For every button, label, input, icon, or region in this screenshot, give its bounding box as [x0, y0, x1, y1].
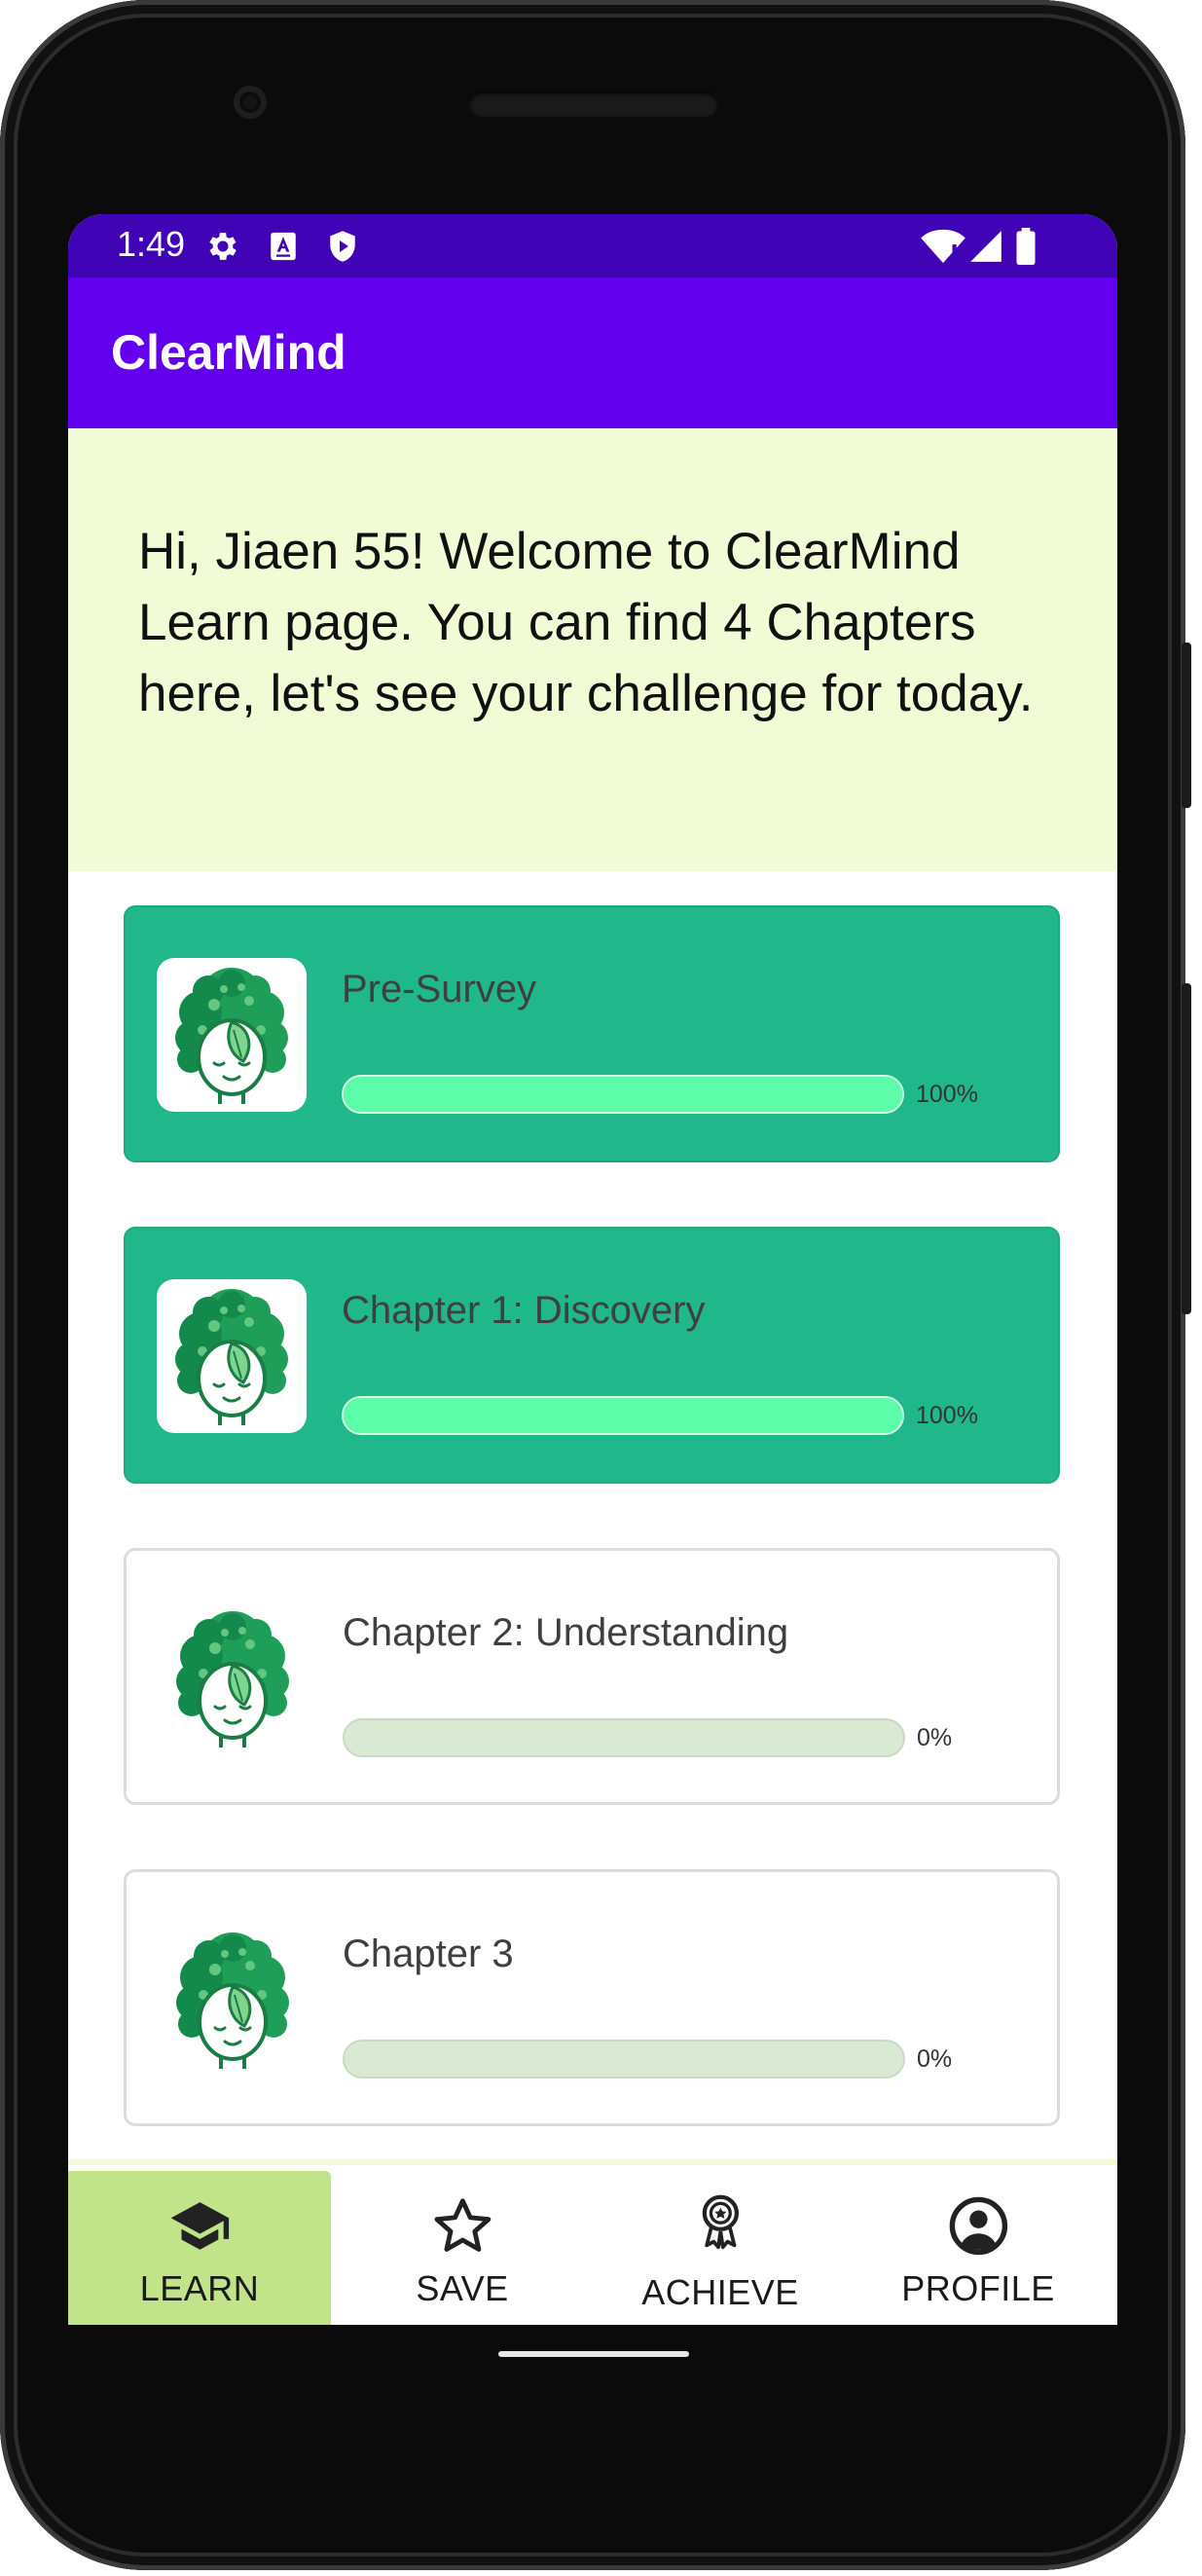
- nav-achieve[interactable]: ACHIEVE: [589, 2171, 852, 2325]
- progress-percent: 100%: [916, 1402, 978, 1429]
- progress-percent: 0%: [917, 2045, 953, 2073]
- wifi-icon: [921, 229, 965, 264]
- progress-percent: 100%: [916, 1081, 978, 1108]
- progress-fill: [344, 1077, 902, 1112]
- nav-save-label: SAVE: [416, 2268, 509, 2308]
- progress-bar: [342, 1396, 904, 1435]
- volume-button: [1182, 983, 1191, 1314]
- progress-percent: 0%: [917, 1724, 953, 1751]
- signal-icon: [970, 231, 1002, 262]
- progress-fill: [344, 1398, 902, 1433]
- status-time: 1:49: [117, 224, 186, 264]
- nav-achieve-label: ACHIEVE: [641, 2272, 799, 2312]
- clearmind-logo-icon: [176, 1932, 289, 2069]
- chapter-thumbnail: [158, 1601, 308, 1755]
- chapter-card-pre-survey[interactable]: Pre-Survey 100%: [124, 905, 1060, 1162]
- shield-play-icon: [330, 231, 355, 262]
- welcome-text: Hi, Jiaen 55! Welcome to ClearMind Learn…: [138, 523, 1034, 722]
- front-camera: [234, 86, 267, 119]
- nav-save[interactable]: SAVE: [331, 2171, 594, 2325]
- app-bar: ClearMind: [68, 277, 1117, 428]
- clearmind-logo-icon: [176, 1611, 289, 1748]
- star-icon: [434, 2198, 492, 2252]
- account-circle-icon: [949, 2196, 1008, 2256]
- app-title: ClearMind: [111, 325, 346, 380]
- chapter-card-understanding[interactable]: Chapter 2: Understanding 0%: [124, 1548, 1060, 1805]
- nav-learn[interactable]: LEARN: [68, 2171, 331, 2325]
- phone-frame: 1:49 ClearMind Hi, Jiaen 55! Welcome to …: [0, 0, 1191, 2570]
- chapter-title: Chapter 2: Understanding: [343, 1611, 789, 1654]
- text-a-icon: [271, 232, 296, 261]
- settings-icon: [209, 233, 237, 260]
- nav-learn-label: LEARN: [139, 2268, 260, 2308]
- status-bar: 1:49: [68, 214, 1117, 277]
- chapter-thumbnail: [158, 1923, 308, 2077]
- clearmind-logo-icon: [175, 1289, 288, 1425]
- earpiece-speaker: [469, 92, 718, 117]
- power-button: [1182, 643, 1191, 808]
- clearmind-logo-icon: [175, 968, 288, 1104]
- award-ribbon-icon: [702, 2194, 740, 2250]
- battery-icon: [1016, 228, 1036, 265]
- bottom-navigation: LEARN SAVE ACHIEVE PROFILE: [68, 2159, 1117, 2325]
- screen: 1:49 ClearMind Hi, Jiaen 55! Welcome to …: [68, 214, 1117, 2325]
- chapter-title: Chapter 3: [343, 1932, 514, 1975]
- chapter-card-discovery[interactable]: Chapter 1: Discovery 100%: [124, 1227, 1060, 1484]
- welcome-banner: Hi, Jiaen 55! Welcome to ClearMind Learn…: [68, 428, 1117, 871]
- progress-bar: [343, 1718, 905, 1757]
- chapter-card-chapter-3[interactable]: Chapter 3 0%: [124, 1869, 1060, 2126]
- progress-bar: [343, 2040, 905, 2079]
- chapter-title: Pre-Survey: [342, 968, 537, 1011]
- progress-bar: [342, 1075, 904, 1114]
- nav-profile-label: PROFILE: [901, 2268, 1055, 2308]
- chapter-title: Chapter 1: Discovery: [342, 1289, 706, 1332]
- chapter-thumbnail: [157, 958, 307, 1112]
- nav-profile[interactable]: PROFILE: [847, 2171, 1110, 2325]
- graduation-cap-icon: [170, 2202, 230, 2250]
- home-indicator[interactable]: [498, 2351, 689, 2357]
- chapter-thumbnail: [157, 1279, 307, 1433]
